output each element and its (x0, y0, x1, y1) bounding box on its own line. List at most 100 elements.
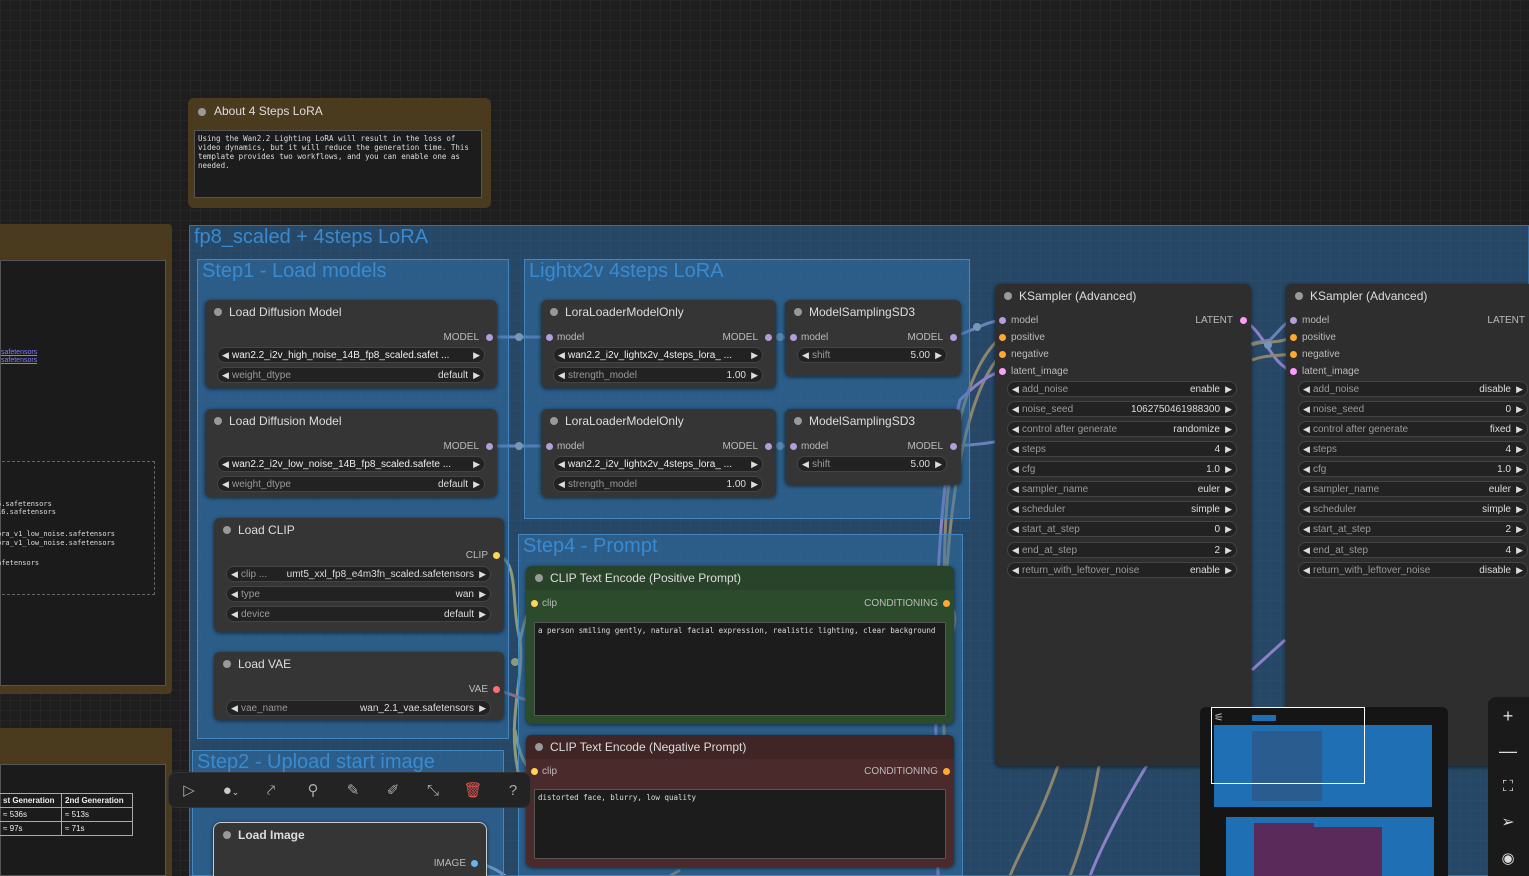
collapse-dot[interactable] (550, 308, 558, 316)
scheduler-combo[interactable]: ◀ scheduler simple ▶ (1298, 501, 1528, 517)
model-input-pin[interactable] (999, 317, 1006, 324)
collapse-dot[interactable] (223, 526, 231, 534)
model-output-pin[interactable] (950, 334, 957, 341)
pencil-icon[interactable]: ✐ (383, 781, 403, 801)
add-noise-combo[interactable]: ◀ add_noise enable ▶ (1007, 381, 1237, 397)
note-text[interactable]: Using the Wan2.2 Lighting LoRA will resu… (194, 130, 482, 198)
image-output-pin[interactable] (471, 860, 478, 867)
return-leftover-noise-combo[interactable]: ◀ return_with_leftover_noise disable ▶ (1298, 562, 1528, 578)
group-title[interactable]: Lightx2v 4steps LoRA (529, 260, 724, 283)
node-title[interactable]: KSampler (Advanced) (995, 284, 1251, 308)
unet-name-combo[interactable]: ◀ wan2.2_i2v_low_noise_14B_fp8_scaled.saf… (217, 456, 485, 472)
load-diffusion-model-node[interactable]: Load Diffusion Model MODEL ◀ wan2.2_i2v_l… (205, 409, 497, 497)
weight-dtype-combo[interactable]: ◀ weight_dtype default ▶ (217, 367, 485, 383)
load-vae-node[interactable]: Load VAE VAE ◀ vae_name wan_2.1_vae.safete… (214, 652, 504, 720)
collapse-icon[interactable]: ⤡ (423, 781, 443, 801)
cfg-number[interactable]: ◀ cfg 1.0 ▶ (1007, 461, 1237, 477)
help-icon[interactable]: ? (503, 781, 523, 801)
return-leftover-noise-combo[interactable]: ◀ return_with_leftover_noise enable ▶ (1007, 562, 1237, 578)
node-title[interactable]: Load Image (214, 823, 486, 847)
collapse-dot[interactable] (1004, 292, 1012, 300)
collapse-dot[interactable] (1295, 292, 1303, 300)
add-noise-combo[interactable]: ◀ add_noise disable ▶ (1298, 381, 1528, 397)
load-image-node[interactable]: Load Image IMAGE (213, 822, 487, 876)
lora-loader-node[interactable]: LoraLoaderModelOnly model MODEL ◀ wan2.2_… (541, 300, 776, 388)
clip-name-combo[interactable]: ◀ clip ... umt5_xxl_fp8_e4m3fn_scaled.safe… (226, 566, 491, 582)
collapse-dot[interactable] (223, 660, 231, 668)
control-after-generate-combo[interactable]: ◀ control after generate fixed ▶ (1298, 421, 1528, 437)
left-note-node-2[interactable]: st Generation 2nd Generation ≈ 536s ≈ 51… (0, 728, 172, 876)
doc-link[interactable]: safetensors (1, 349, 37, 356)
lora-name-combo[interactable]: ◀ wan2.2_i2v_lightx2v_4steps_lora_ ... ▶ (553, 456, 763, 472)
about-note-node[interactable]: About 4 Steps LoRA Using the Wan2.2 Ligh… (188, 98, 491, 208)
collapse-dot[interactable] (550, 417, 558, 425)
node-title[interactable]: ModelSamplingSD3 (785, 300, 961, 324)
edit-icon[interactable]: ✎ (343, 781, 363, 801)
node-title[interactable]: CLIP Text Encode (Negative Prompt) (526, 735, 954, 759)
latent-output-pin[interactable] (1240, 317, 1247, 324)
strength-model-number[interactable]: ◀ strength_model 1.00 ▶ (553, 367, 763, 383)
model-input-pin[interactable] (546, 334, 553, 341)
noise-seed-number[interactable]: ◀ noise_seed 0 ▶ (1298, 401, 1528, 417)
positive-input-pin[interactable] (1290, 334, 1297, 341)
sampler-name-combo[interactable]: ◀ sampler_name euler ▶ (1007, 481, 1237, 497)
lora-loader-node[interactable]: LoraLoaderModelOnly model MODEL ◀ wan2.2_… (541, 409, 776, 497)
prompt-textarea[interactable]: a person smiling gently, natural facial … (534, 622, 946, 716)
load-diffusion-model-node[interactable]: Load Diffusion Model MODEL ◀ wan2.2_i2v_h… (205, 300, 497, 388)
collapse-dot[interactable] (535, 574, 543, 582)
node-title[interactable]: ModelSamplingSD3 (785, 409, 961, 433)
conditioning-output-pin[interactable] (943, 600, 950, 607)
collapse-dot[interactable] (198, 108, 206, 116)
noise-seed-number[interactable]: ◀ noise_seed 1062750461988300 ▶ (1007, 401, 1237, 417)
model-sampling-sd3-node[interactable]: ModelSamplingSD3 model MODEL ◀ shift 5.00 ▶ (785, 300, 961, 376)
end-at-step-number[interactable]: ◀ end_at_step 2 ▶ (1007, 542, 1237, 558)
end-at-step-number[interactable]: ◀ end_at_step 4 ▶ (1298, 542, 1528, 558)
group-title[interactable]: Step2 - Upload start image (197, 751, 435, 774)
start-at-step-number[interactable]: ◀ start_at_step 0 ▶ (1007, 521, 1237, 537)
positive-input-pin[interactable] (999, 334, 1006, 341)
clip-type-combo[interactable]: ◀ type wan ▶ (226, 586, 491, 602)
negative-input-pin[interactable] (999, 351, 1006, 358)
group-title[interactable]: fp8_scaled + 4steps LoRA (194, 226, 428, 249)
steps-number[interactable]: ◀ steps 4 ▶ (1007, 441, 1237, 457)
latent-input-pin[interactable] (1290, 368, 1297, 375)
cfg-number[interactable]: ◀ cfg 1.0 ▶ (1298, 461, 1528, 477)
start-at-step-number[interactable]: ◀ start_at_step 2 ▶ (1298, 521, 1528, 537)
node-title[interactable]: LoraLoaderModelOnly (541, 409, 776, 433)
node-title[interactable]: Load CLIP (214, 518, 504, 542)
clip-input-pin[interactable] (531, 600, 538, 607)
shift-number[interactable]: ◀ shift 5.00 ▶ (797, 456, 947, 472)
sampler-name-combo[interactable]: ◀ sampler_name euler ▶ (1298, 481, 1528, 497)
clip-input-pin[interactable] (531, 768, 538, 775)
color-circle-icon[interactable]: ●⌄ (217, 781, 245, 801)
model-output-pin[interactable] (950, 443, 957, 450)
collapse-dot[interactable] (535, 743, 543, 751)
node-title[interactable]: CLIP Text Encode (Positive Prompt) (526, 566, 954, 590)
collapse-dot[interactable] (794, 308, 802, 316)
bypass-icon[interactable]: ⤤ (261, 781, 281, 801)
group-title[interactable]: Step1 - Load models (202, 260, 387, 283)
model-output-pin[interactable] (486, 443, 493, 450)
minimap-viewport[interactable] (1211, 707, 1365, 784)
steps-number[interactable]: ◀ steps 4 ▶ (1298, 441, 1528, 457)
lora-name-combo[interactable]: ◀ wan2.2_i2v_lightx2v_4steps_lora_ ... ▶ (553, 347, 763, 363)
visibility-icon[interactable]: ◉ (1496, 847, 1520, 871)
unet-name-combo[interactable]: ◀ wan2.2_i2v_high_noise_14B_fp8_scaled.sa… (217, 347, 485, 363)
model-output-pin[interactable] (765, 443, 772, 450)
vae-output-pin[interactable] (493, 686, 500, 693)
delete-icon[interactable]: 🗑 (463, 781, 483, 801)
model-output-pin[interactable] (765, 334, 772, 341)
model-input-pin[interactable] (790, 443, 797, 450)
group-title[interactable]: Step4 - Prompt (523, 535, 658, 558)
model-input-pin[interactable] (546, 443, 553, 450)
positive-prompt-node[interactable]: CLIP Text Encode (Positive Prompt) clip … (526, 566, 954, 724)
node-title[interactable]: Load VAE (214, 652, 504, 676)
minimap[interactable]: ⚟ (1200, 707, 1448, 876)
clip-output-pin[interactable] (493, 552, 500, 559)
conditioning-output-pin[interactable] (943, 768, 950, 775)
model-sampling-sd3-node[interactable]: ModelSamplingSD3 model MODEL ◀ shift 5.00 ▶ (785, 409, 961, 485)
settings-sliders-icon[interactable]: ⚟ (1214, 711, 1224, 724)
model-output-pin[interactable] (486, 334, 493, 341)
node-title[interactable]: LoraLoaderModelOnly (541, 300, 776, 324)
zoom-out-icon[interactable]: — (1496, 739, 1520, 763)
